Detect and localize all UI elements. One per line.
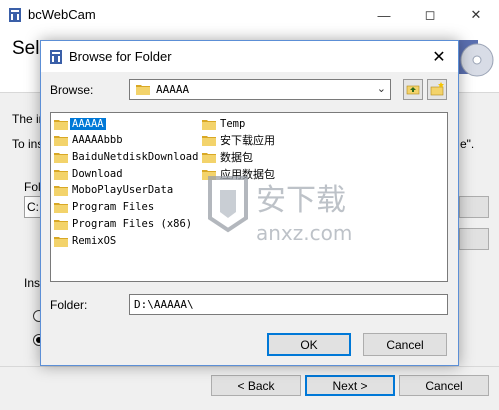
instructions-text-tail: e". [460,137,475,151]
new-folder-button[interactable] [427,79,447,100]
folder-icon [54,219,68,230]
folder-path-input[interactable]: D:\AAAAA\ [129,294,448,315]
list-item[interactable]: Download [54,166,125,182]
folder-icon [54,135,68,146]
up-folder-icon [406,85,420,95]
list-item[interactable]: RemixOS [54,233,118,249]
folder-icon [202,135,216,146]
app-icon [50,50,62,64]
close-icon[interactable]: ✕ [428,46,450,68]
folder-icon [54,119,68,130]
up-folder-button[interactable] [403,79,423,100]
dialog-cancel-button[interactable]: Cancel [363,333,447,356]
list-item[interactable]: Program Files [54,199,156,215]
watermark-en: anxz.com [256,221,352,245]
next-button[interactable]: Next > [305,375,395,396]
folder-icon [54,236,68,247]
folder-field-label: Folder: [50,298,88,312]
browse-button[interactable] [459,196,489,218]
folder-icon [136,85,150,95]
list-item[interactable]: MoboPlayUserData [54,182,175,198]
browse-combo-value: AAAAA [156,83,190,96]
list-item[interactable]: 数据包 [202,149,255,165]
watermark-logo: 安下载 anxz.com [208,176,352,245]
folder-icon [54,169,68,180]
folder-icon [54,152,68,163]
app-icon [9,8,21,22]
folder-icon [54,185,68,196]
installer-title: bcWebCam [28,7,96,22]
instructions-text: To ins [12,137,44,151]
maximize-icon[interactable]: ◻ [407,0,453,30]
watermark-cn: 安下载 [256,183,346,218]
folder-icon [202,119,216,130]
install-folder-value: C: [27,200,39,214]
list-item[interactable]: 安下载应用 [202,132,277,148]
folder-icon [202,152,216,163]
cancel-button[interactable]: Cancel [399,375,489,396]
list-item[interactable]: BaiduNetdiskDownload [54,149,200,165]
dialog-title: Browse for Folder [69,49,172,64]
dialog-titlebar: Browse for Folder ✕ [41,41,458,72]
ok-button[interactable]: OK [267,333,351,356]
minimize-icon[interactable]: — [361,0,407,30]
new-folder-icon [430,82,444,96]
installer-titlebar: bcWebCam — ◻ ✕ [0,0,499,30]
browse-label: Browse: [50,83,94,97]
back-button[interactable]: < Back [211,375,301,396]
list-item[interactable]: AAAAA [54,116,106,132]
browse-combo[interactable]: AAAAA ⌄ [129,79,391,100]
list-item[interactable]: Program Files (x86) [54,216,194,232]
close-window-icon[interactable]: ✕ [453,0,499,30]
list-item[interactable]: AAAAAbbb [54,132,125,148]
disk-cost-button[interactable] [459,228,489,250]
folder-icon [54,202,68,213]
list-item[interactable]: Temp [202,116,247,132]
installer-heading: Sel [12,38,40,59]
chevron-down-icon[interactable]: ⌄ [377,82,386,95]
